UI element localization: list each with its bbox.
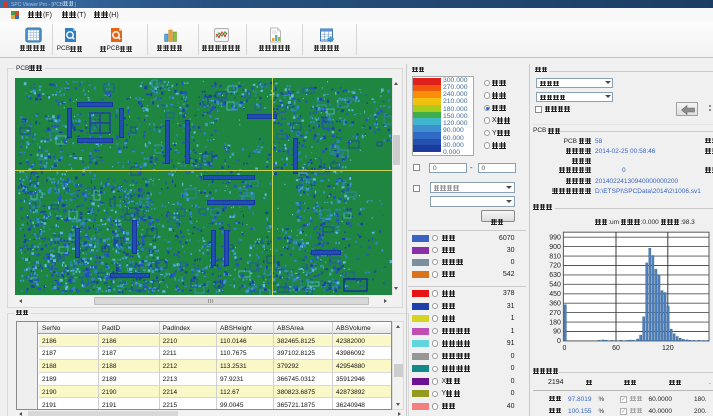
svg-text:450: 450 bbox=[549, 291, 561, 298]
svg-text:90: 90 bbox=[553, 329, 561, 336]
svg-text:900: 900 bbox=[549, 244, 561, 251]
svg-text:540: 540 bbox=[549, 282, 561, 289]
svg-text:60: 60 bbox=[612, 345, 620, 352]
svg-text:360: 360 bbox=[549, 300, 561, 307]
svg-text:810: 810 bbox=[549, 253, 561, 260]
svg-text:0: 0 bbox=[563, 345, 567, 352]
svg-text:720: 720 bbox=[549, 263, 561, 270]
svg-text:180: 180 bbox=[549, 319, 561, 326]
svg-text:990: 990 bbox=[549, 234, 561, 241]
svg-text:270: 270 bbox=[549, 310, 561, 317]
svg-text:0: 0 bbox=[557, 338, 561, 345]
svg-text:120: 120 bbox=[662, 345, 674, 352]
svg-text:630: 630 bbox=[549, 272, 561, 279]
